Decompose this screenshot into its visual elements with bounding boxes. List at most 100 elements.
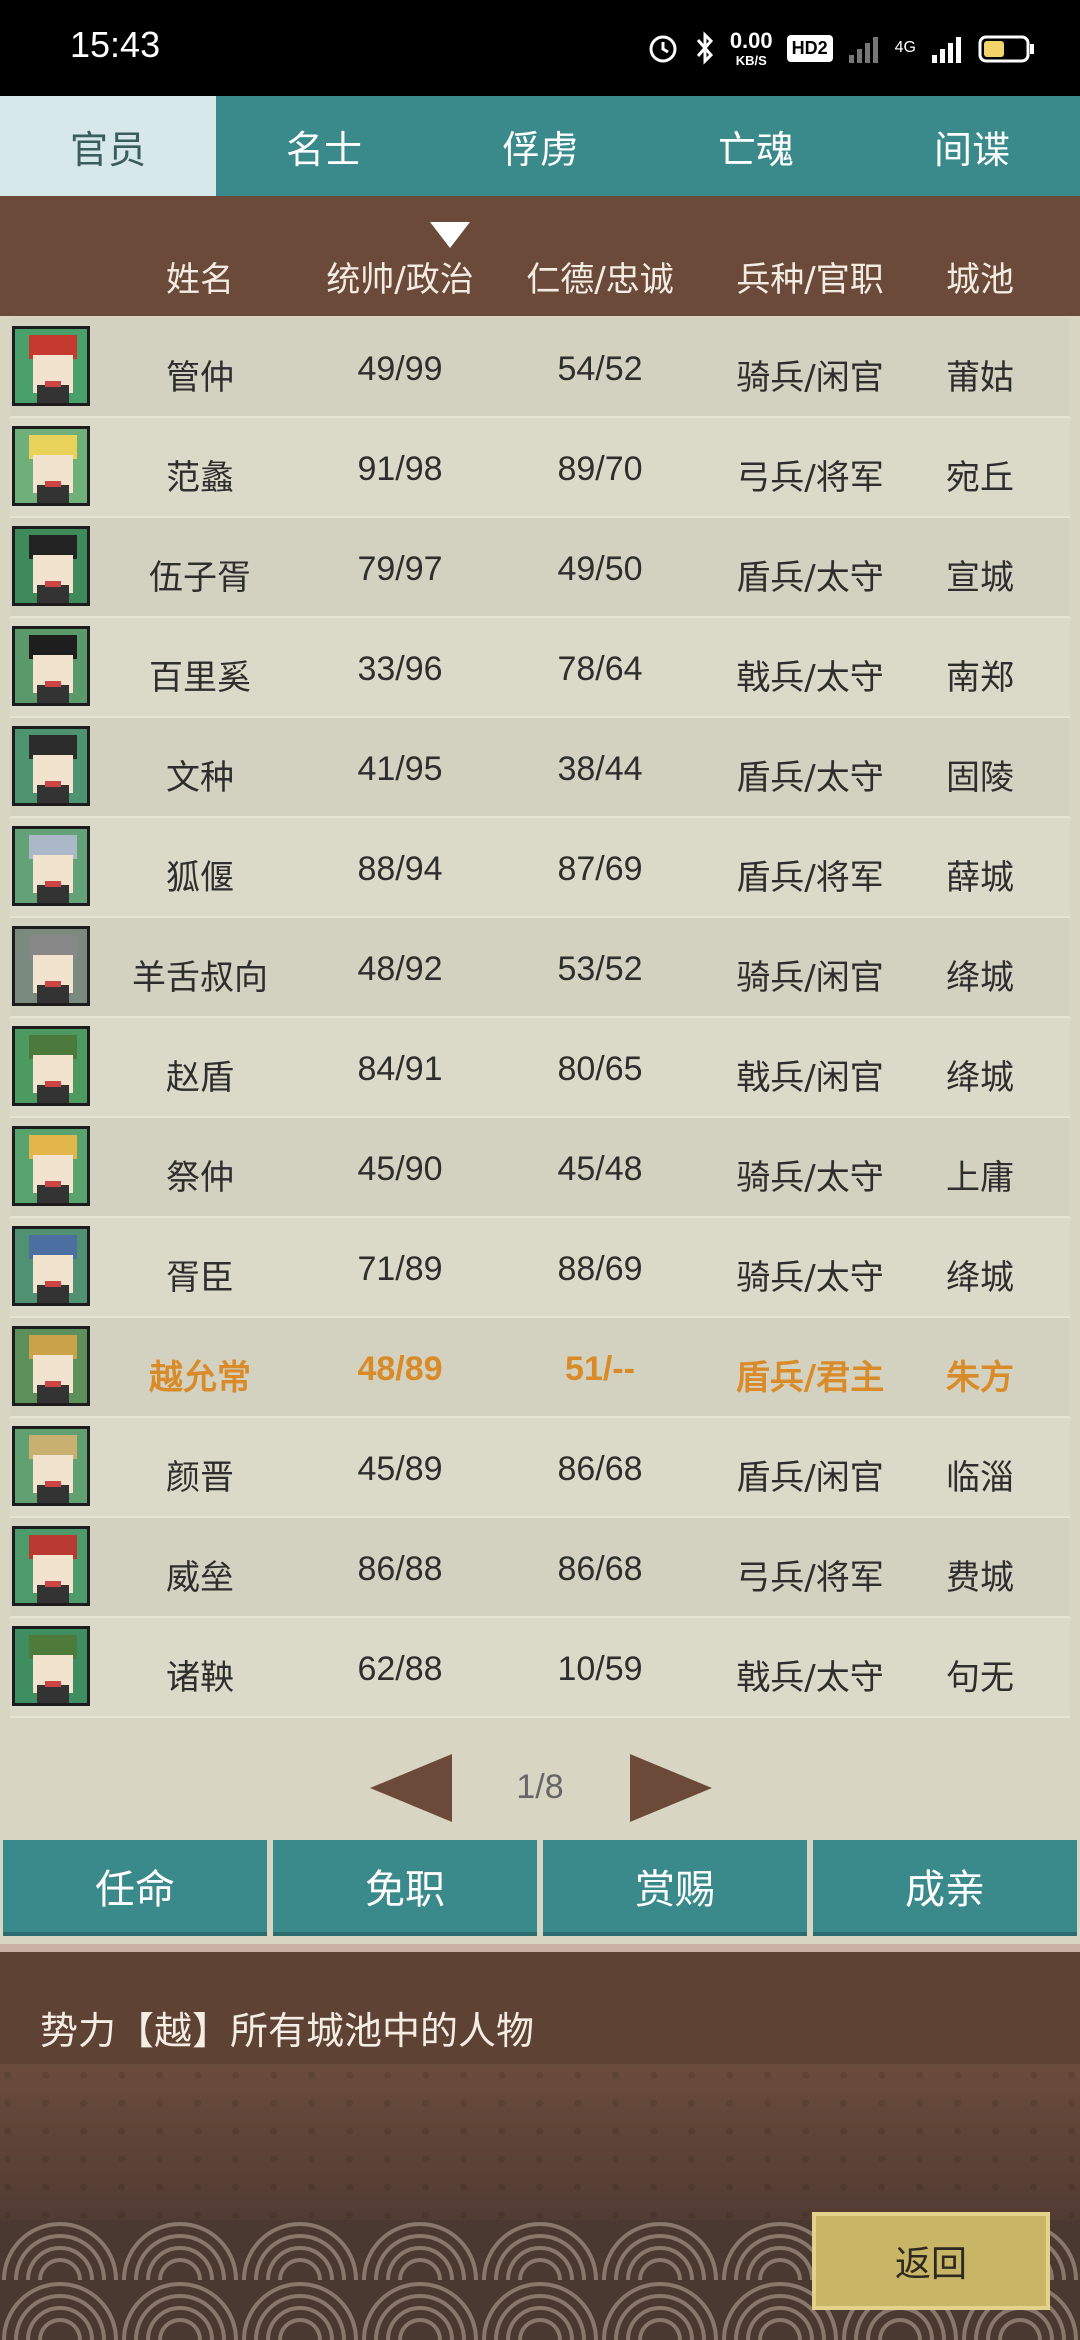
cell-name: 管仲 <box>166 358 234 398</box>
cell-troop-title: 骑兵/闲官 <box>736 358 884 398</box>
cell-troop-title: 骑兵/闲官 <box>736 958 884 998</box>
cell-city: 朱方 <box>946 1358 1014 1398</box>
cell-lead-politics: 45/89 <box>357 1450 443 1488</box>
cell-name: 狐偃 <box>166 858 234 898</box>
cell-name: 颜晋 <box>166 1458 234 1498</box>
cell-virtue-loyalty: 86/68 <box>557 1550 643 1588</box>
cell-city: 临淄 <box>946 1458 1014 1498</box>
cell-name: 祭仲 <box>166 1158 234 1198</box>
cell-troop-title: 戟兵/太守 <box>736 658 884 698</box>
cell-lead-politics: 45/90 <box>357 1150 443 1188</box>
next-page-icon[interactable] <box>630 1754 712 1822</box>
portrait-avatar <box>12 1026 90 1106</box>
table-row[interactable]: 伍子胥 79/97 49/50 盾兵/太守 宣城 <box>10 518 1070 618</box>
table-row[interactable]: 祭仲 45/90 45/48 骑兵/太守 上庸 <box>10 1118 1070 1218</box>
network-type: 4G <box>894 39 916 56</box>
cell-troop-title: 骑兵/太守 <box>736 1258 884 1298</box>
prev-page-icon[interactable] <box>370 1754 452 1822</box>
cell-virtue-loyalty: 87/69 <box>557 850 643 888</box>
tab-celebrities[interactable]: 名士 <box>216 96 432 196</box>
cell-lead-politics: 48/89 <box>357 1350 443 1388</box>
table-row[interactable]: 颜晋 45/89 86/68 盾兵/闲官 临淄 <box>10 1418 1070 1518</box>
table-row[interactable]: 狐偃 88/94 87/69 盾兵/将军 薛城 <box>10 818 1070 918</box>
table-row[interactable]: 诸鞅 62/88 10/59 戟兵/太守 句无 <box>10 1618 1070 1718</box>
cell-virtue-loyalty: 54/52 <box>557 350 643 388</box>
tab-officials[interactable]: 官员 <box>0 96 216 196</box>
action-bar: 任命 免职 赏赐 成亲 <box>0 1840 1080 1936</box>
cell-city: 绛城 <box>946 1258 1014 1298</box>
dismiss-button[interactable]: 免职 <box>273 1840 537 1936</box>
table-header: 姓名 统帅/政治 仁德/忠诚 兵种/官职 城池 <box>0 196 1080 316</box>
tab-prisoners[interactable]: 俘虏 <box>432 96 648 196</box>
cell-city: 绛城 <box>946 958 1014 998</box>
page-indicator: 1/8 <box>516 1768 564 1806</box>
cell-name: 胥臣 <box>166 1258 234 1298</box>
cell-lead-politics: 33/96 <box>357 650 443 688</box>
table-row[interactable]: 羊舌叔向 48/92 53/52 骑兵/闲官 绛城 <box>10 918 1070 1018</box>
cell-name: 诸鞅 <box>166 1658 234 1698</box>
cell-virtue-loyalty: 51/-- <box>565 1350 635 1388</box>
portrait-avatar <box>12 726 90 806</box>
table-row[interactable]: 胥臣 71/89 88/69 骑兵/太守 绛城 <box>10 1218 1070 1318</box>
cell-name: 越允常 <box>149 1358 251 1398</box>
cell-name: 威垒 <box>166 1558 234 1598</box>
col-header-virtue-loyalty[interactable]: 仁德/忠诚 <box>526 252 673 301</box>
cell-lead-politics: 88/94 <box>357 850 443 888</box>
alarm-icon <box>649 35 677 63</box>
cell-lead-politics: 62/88 <box>357 1650 443 1688</box>
col-header-city[interactable]: 城池 <box>946 252 1014 301</box>
cell-lead-politics: 48/92 <box>357 950 443 988</box>
table-row[interactable]: 越允常 48/89 51/-- 盾兵/君主 朱方 <box>10 1318 1070 1418</box>
cell-lead-politics: 79/97 <box>357 550 443 588</box>
panel-texture <box>0 2064 1080 2224</box>
table-row[interactable]: 威垒 86/88 86/68 弓兵/将军 费城 <box>10 1518 1070 1618</box>
cell-city: 费城 <box>946 1558 1014 1598</box>
status-bar: 15:43 0.00 KB/S HD2 4G <box>0 0 1080 96</box>
cell-city: 南郑 <box>946 658 1014 698</box>
cell-troop-title: 盾兵/将军 <box>736 858 884 898</box>
cell-name: 羊舌叔向 <box>132 958 268 998</box>
marry-button[interactable]: 成亲 <box>813 1840 1077 1936</box>
table-row[interactable]: 百里奚 33/96 78/64 戟兵/太守 南郑 <box>10 618 1070 718</box>
table-row[interactable]: 赵盾 84/91 80/65 戟兵/闲官 绛城 <box>10 1018 1070 1118</box>
cell-name: 范蠡 <box>166 458 234 498</box>
back-button[interactable]: 返回 <box>812 2212 1050 2310</box>
pagination: 1/8 <box>0 1748 1080 1828</box>
signal-icon <box>932 37 961 63</box>
cell-troop-title: 盾兵/君主 <box>735 1358 885 1398</box>
info-panel: 势力【越】所有城池中的人物 返回 <box>0 1944 1080 2340</box>
portrait-avatar <box>12 526 90 606</box>
cell-virtue-loyalty: 78/64 <box>557 650 643 688</box>
portrait-avatar <box>12 1226 90 1306</box>
appoint-button[interactable]: 任命 <box>3 1840 267 1936</box>
cell-virtue-loyalty: 10/59 <box>557 1650 643 1688</box>
table-row[interactable]: 管仲 49/99 54/52 骑兵/闲官 莆姑 <box>10 318 1070 418</box>
portrait-avatar <box>12 1526 90 1606</box>
col-header-troop-title[interactable]: 兵种/官职 <box>736 252 883 301</box>
table-row[interactable]: 范蠡 91/98 89/70 弓兵/将军 宛丘 <box>10 418 1070 518</box>
cell-lead-politics: 71/89 <box>357 1250 443 1288</box>
hd-badge: HD2 <box>786 34 833 62</box>
cell-troop-title: 盾兵/太守 <box>736 758 884 798</box>
cell-troop-title: 弓兵/将军 <box>736 458 884 498</box>
table-row[interactable]: 文种 41/95 38/44 盾兵/太守 固陵 <box>10 718 1070 818</box>
status-time: 15:43 <box>70 24 161 65</box>
officials-table: 管仲 49/99 54/52 骑兵/闲官 莆姑 范蠡 91/98 89/70 弓兵/将军 宛丘 伍子… <box>10 318 1070 1718</box>
col-header-name[interactable]: 姓名 <box>166 252 234 301</box>
portrait-avatar <box>12 326 90 406</box>
col-header-lead-politics[interactable]: 统帅/政治 <box>326 252 473 301</box>
portrait-avatar <box>12 626 90 706</box>
tab-spies[interactable]: 间谍 <box>864 96 1080 196</box>
cell-virtue-loyalty: 45/48 <box>557 1150 643 1188</box>
reward-button[interactable]: 赏赐 <box>543 1840 807 1936</box>
cell-city: 薛城 <box>946 858 1014 898</box>
cell-lead-politics: 84/91 <box>357 1050 443 1088</box>
cell-troop-title: 盾兵/闲官 <box>736 1458 884 1498</box>
cell-city: 绛城 <box>946 1058 1014 1098</box>
portrait-avatar <box>12 1626 90 1706</box>
cell-name: 赵盾 <box>166 1058 234 1098</box>
tab-deceased[interactable]: 亡魂 <box>648 96 864 196</box>
cell-lead-politics: 49/99 <box>357 350 443 388</box>
cell-city: 宣城 <box>946 558 1014 598</box>
cell-virtue-loyalty: 88/69 <box>557 1250 643 1288</box>
